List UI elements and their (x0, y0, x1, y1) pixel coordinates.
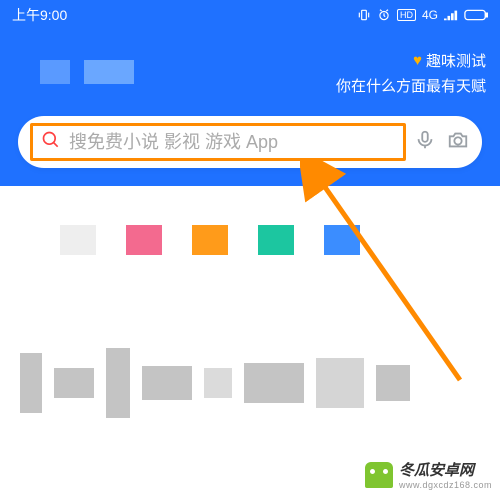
promo-title: 趣味测试 (426, 50, 486, 71)
header-area: 上午9:00 HD 4G ♥ 趣味测试 你在什么方面最有天赋 (0, 0, 500, 186)
watermark-robot-icon (365, 462, 393, 488)
shortcut-row (0, 222, 500, 258)
search-bar (18, 116, 482, 168)
heart-icon: ♥ (413, 52, 422, 69)
signal-icon (444, 9, 458, 21)
alarm-icon (377, 8, 391, 22)
search-input[interactable] (69, 132, 395, 153)
search-icon (41, 130, 61, 155)
status-icons: HD 4G (357, 8, 488, 22)
watermark: 冬瓜安卓网 www.dgxcdz168.com (365, 459, 492, 490)
battery-icon (464, 9, 488, 21)
search-highlight-box (30, 123, 406, 161)
content-area (0, 186, 500, 418)
vibrate-icon (357, 8, 371, 22)
blurred-content-row (0, 348, 500, 418)
camera-icon[interactable] (446, 129, 470, 156)
network-label: 4G (422, 8, 438, 22)
status-bar: 上午9:00 HD 4G (0, 0, 500, 30)
shortcut-4[interactable] (258, 225, 294, 255)
promo-subtitle: 你在什么方面最有天赋 (336, 75, 486, 96)
shortcut-3[interactable] (192, 225, 228, 255)
shortcut-1[interactable] (60, 225, 96, 255)
promo-banner[interactable]: ♥ 趣味测试 你在什么方面最有天赋 (336, 50, 486, 96)
hd-icon: HD (397, 9, 416, 21)
status-time: 上午9:00 (12, 5, 67, 25)
voice-icon[interactable] (414, 129, 436, 156)
shortcut-2[interactable] (126, 225, 162, 255)
watermark-name: 冬瓜安卓网 (399, 459, 492, 480)
shortcut-5[interactable] (324, 225, 360, 255)
watermark-domain: www.dgxcdz168.com (399, 480, 492, 490)
tab-1[interactable] (40, 60, 70, 84)
tab-2[interactable] (84, 60, 134, 84)
header-tabs (40, 60, 134, 84)
